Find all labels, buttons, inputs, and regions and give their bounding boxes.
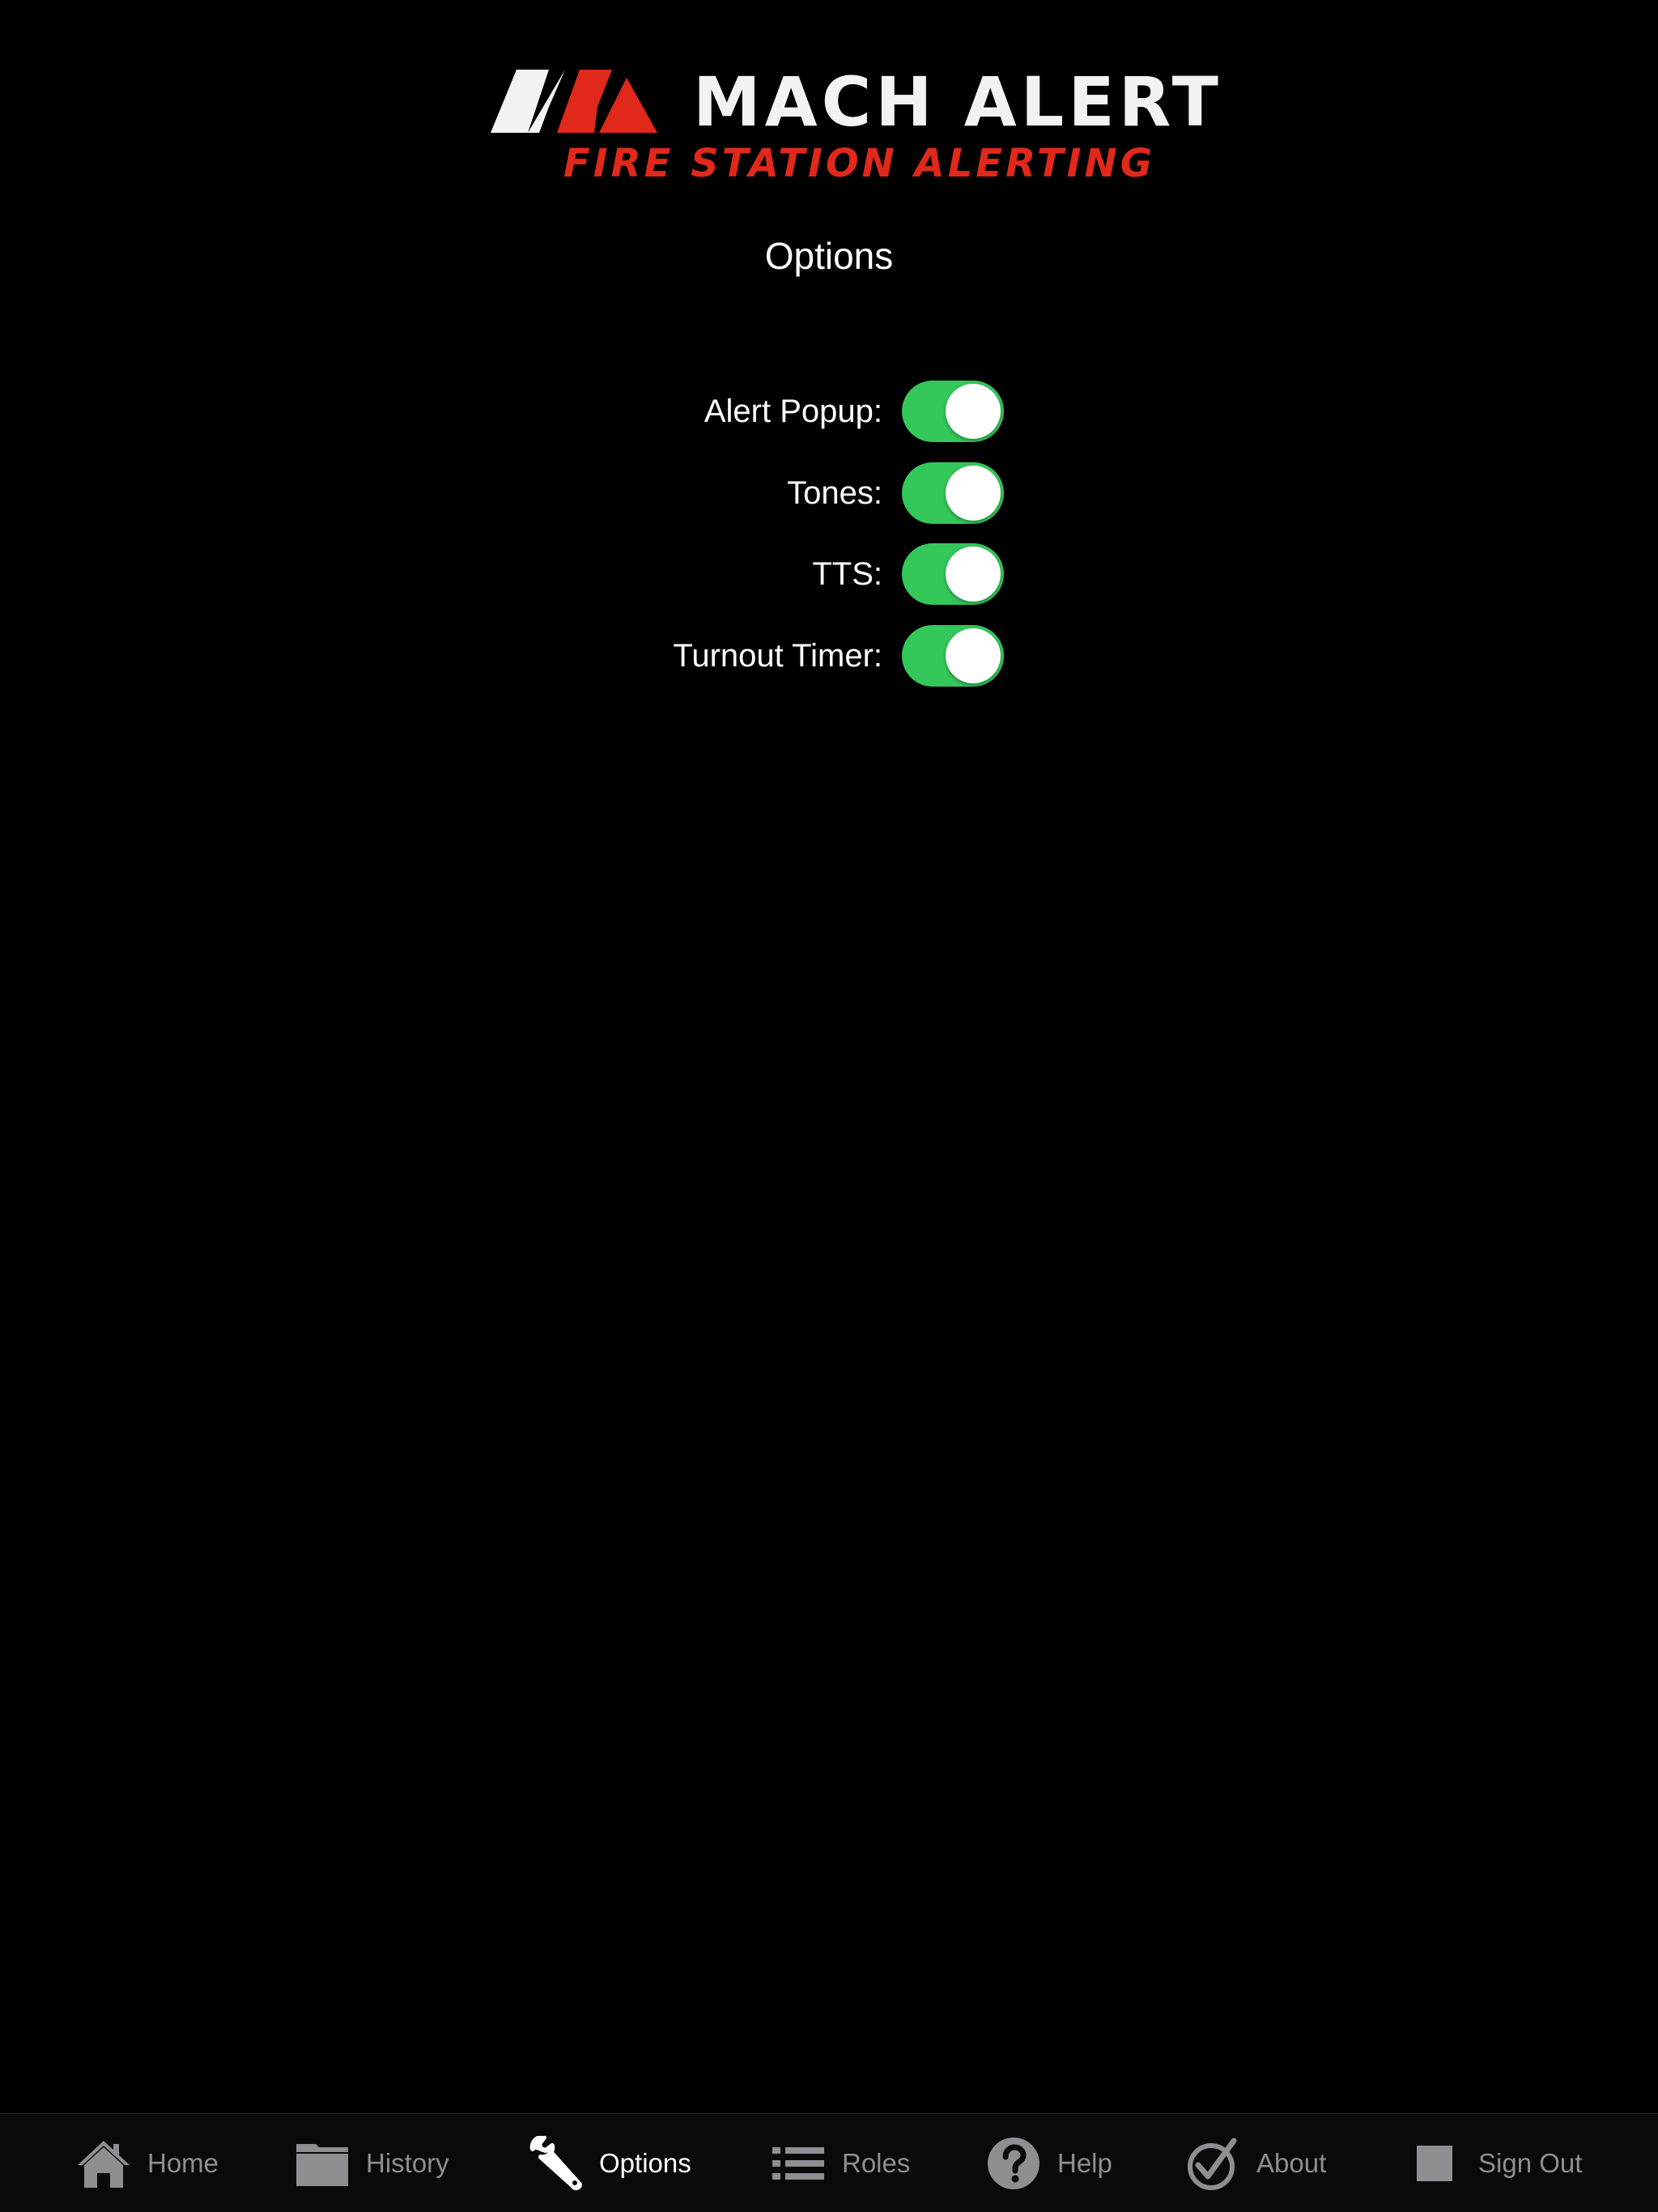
toggle-knob — [946, 628, 1001, 683]
tab-sign-out[interactable]: Sign Out — [1407, 2114, 1582, 2212]
tab-label: Sign Out — [1478, 2148, 1583, 2178]
tab-roles[interactable]: Roles — [771, 2114, 910, 2212]
tab-about[interactable]: About — [1185, 2114, 1326, 2212]
tab-label: Help — [1057, 2148, 1112, 2178]
tab-label: Options — [599, 2148, 691, 2178]
house-icon — [78, 2141, 130, 2188]
toggle-knob — [946, 384, 1001, 439]
options-screen: MACH ALERT FIRE STATION ALERTING Options… — [0, 0, 1658, 2212]
option-row-turnout-timer: Turnout Timer: — [0, 625, 1658, 687]
tab-home[interactable]: Home — [76, 2114, 219, 2212]
tab-label: Roles — [842, 2148, 911, 2178]
toggle-knob — [946, 466, 1001, 521]
question-circle-icon — [988, 2138, 1039, 2189]
tab-help[interactable]: Help — [986, 2114, 1112, 2212]
option-label: Alert Popup: — [704, 393, 882, 429]
tts-toggle[interactable] — [902, 543, 1004, 605]
mach-alert-logo: MACH ALERT FIRE STATION ALERTING — [491, 62, 1218, 189]
option-row-tones: Tones: — [0, 462, 1658, 524]
option-label: Tones: — [787, 475, 882, 511]
stop-square-icon — [1417, 2146, 1452, 2181]
tab-bar: Home History Options Roles Help About Si… — [0, 2113, 1658, 2212]
folder-icon — [296, 2144, 348, 2186]
tab-history[interactable]: History — [295, 2114, 449, 2212]
tab-label: Home — [147, 2148, 219, 2178]
wrench-icon — [529, 2136, 582, 2191]
page-title: Options — [764, 235, 894, 277]
tab-options[interactable]: Options — [528, 2114, 691, 2212]
turnout-timer-toggle[interactable] — [902, 625, 1004, 687]
alert-popup-toggle[interactable] — [902, 381, 1004, 442]
tab-label: History — [366, 2148, 449, 2178]
tones-toggle[interactable] — [902, 462, 1004, 524]
tab-label: About — [1256, 2148, 1327, 2178]
logo-mark-icon — [491, 70, 657, 133]
option-label: Turnout Timer: — [673, 638, 882, 674]
option-row-tts: TTS: — [0, 543, 1658, 605]
checkmark-circle-icon — [1188, 2138, 1237, 2190]
option-label: TTS: — [812, 556, 882, 592]
logo-title: MACH ALERT — [693, 62, 1222, 142]
logo-tagline: FIRE STATION ALERTING — [563, 141, 1156, 186]
toggle-knob — [946, 547, 1001, 602]
option-row-alert-popup: Alert Popup: — [0, 381, 1658, 442]
list-icon — [772, 2147, 824, 2180]
